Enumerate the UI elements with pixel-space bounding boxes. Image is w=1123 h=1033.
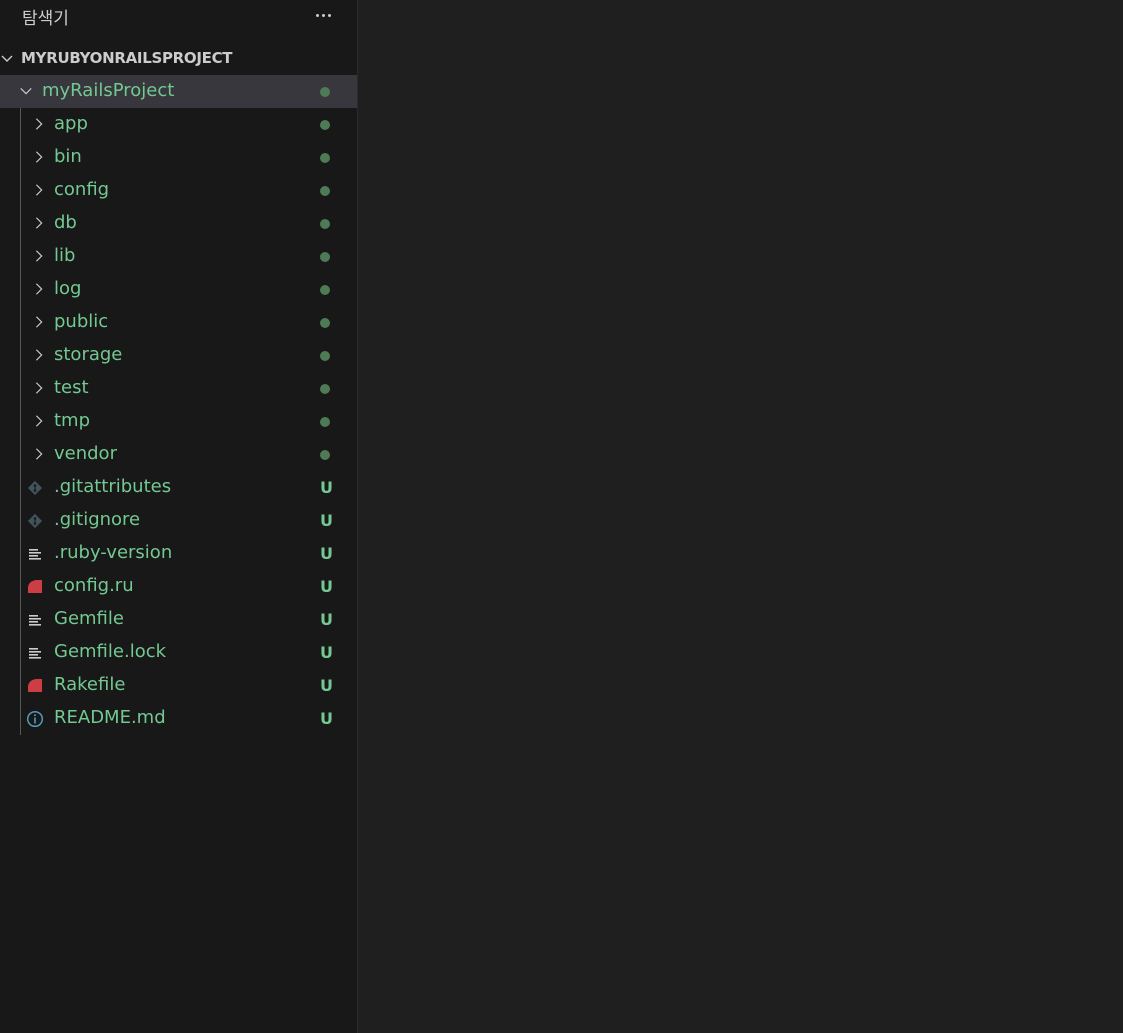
tree-item-folder[interactable]: tmp	[0, 405, 357, 438]
chevron-right-icon	[35, 118, 43, 130]
chevron-right-icon	[35, 283, 43, 295]
tree-item-label: app	[54, 113, 88, 134]
chevron-right-icon	[35, 250, 43, 262]
tree-item-folder[interactable]: log	[0, 273, 357, 306]
tree-item-folder[interactable]: test	[0, 372, 357, 405]
tree-item-label: README.md	[54, 707, 166, 728]
tree-item-file[interactable]: Gemfile.lock U	[0, 636, 357, 669]
workspace-section-header[interactable]: MYRUBYONRAILSPROJECT	[0, 44, 357, 74]
text-lines-icon	[29, 615, 41, 626]
untracked-badge: U	[320, 709, 333, 728]
chevron-right-icon	[35, 349, 43, 361]
tree-item-label: log	[54, 278, 82, 299]
git-icon	[27, 480, 43, 496]
tree-item-label: lib	[54, 245, 76, 266]
editor-area	[358, 0, 1123, 1033]
more-actions-icon[interactable]	[310, 2, 336, 28]
chevron-right-icon	[35, 217, 43, 229]
tree-item-file[interactable]: Rakefile U	[0, 669, 357, 702]
chevron-right-icon	[35, 316, 43, 328]
modified-dot	[320, 120, 330, 130]
chevron-right-icon	[35, 382, 43, 394]
untracked-badge: U	[320, 643, 333, 662]
tree-item-label: myRailsProject	[42, 80, 175, 101]
text-lines-icon	[29, 549, 41, 560]
tree-item-label: Gemfile.lock	[54, 641, 167, 662]
modified-dot	[320, 252, 330, 262]
untracked-badge: U	[320, 478, 333, 497]
chevron-down-icon	[1, 55, 13, 62]
tree-item-file[interactable]: .gitattributes U	[0, 471, 357, 504]
tree-item-folder[interactable]: vendor	[0, 438, 357, 471]
explorer-title-bar: 탐색기	[0, 0, 357, 34]
tree-item-label: bin	[54, 146, 82, 167]
modified-dot	[320, 417, 330, 427]
tree-item-folder[interactable]: public	[0, 306, 357, 339]
tree-item-folder[interactable]: config	[0, 174, 357, 207]
modified-dot	[320, 186, 330, 196]
explorer-title: 탐색기	[22, 9, 69, 29]
tree-item-label: .ruby-version	[54, 542, 173, 563]
chevron-right-icon	[35, 415, 43, 427]
workspace-title: MYRUBYONRAILSPROJECT	[21, 49, 233, 67]
tree-item-label: config	[54, 179, 110, 200]
modified-dot	[320, 219, 330, 229]
tree-item-label: .gitignore	[54, 509, 141, 530]
modified-dot	[320, 87, 330, 97]
modified-dot	[320, 384, 330, 394]
git-icon	[27, 513, 43, 529]
tree-item-folder[interactable]: bin	[0, 141, 357, 174]
modified-dot	[320, 318, 330, 328]
tree-item-folder[interactable]: db	[0, 207, 357, 240]
tree-item-folder[interactable]: storage	[0, 339, 357, 372]
modified-dot	[320, 450, 330, 460]
modified-dot	[320, 153, 330, 163]
chevron-right-icon	[35, 448, 43, 460]
untracked-badge: U	[320, 577, 333, 596]
info-icon	[26, 710, 44, 728]
tree-item-file[interactable]: README.md U	[0, 702, 357, 735]
tree-item-label: db	[54, 212, 77, 233]
untracked-badge: U	[320, 610, 333, 629]
chevron-down-icon	[20, 87, 32, 95]
tree-item-file[interactable]: .ruby-version U	[0, 537, 357, 570]
ruby-icon	[28, 580, 42, 593]
untracked-badge: U	[320, 511, 333, 530]
modified-dot	[320, 351, 330, 361]
tree-item-file[interactable]: Gemfile U	[0, 603, 357, 636]
explorer-sidebar: 탐색기 MYRUBYONRAILSPROJECT myRailsProject …	[0, 0, 358, 1033]
tree-item-label: public	[54, 311, 109, 332]
tree-item-label: tmp	[54, 410, 91, 431]
tree-item-label: .gitattributes	[54, 476, 172, 497]
tree-item-label: Gemfile	[54, 608, 124, 629]
text-lines-icon	[29, 648, 41, 659]
chevron-right-icon	[35, 151, 43, 163]
tree-item-label: storage	[54, 344, 123, 365]
chevron-right-icon	[35, 184, 43, 196]
tree-item-label: test	[54, 377, 89, 398]
untracked-badge: U	[320, 544, 333, 563]
tree-item-folder[interactable]: app	[0, 108, 357, 141]
tree-item-label: Rakefile	[54, 674, 126, 695]
untracked-badge: U	[320, 676, 333, 695]
tree-item-file[interactable]: .gitignore U	[0, 504, 357, 537]
modified-dot	[320, 285, 330, 295]
ruby-icon	[28, 679, 42, 692]
tree-item-folder[interactable]: lib	[0, 240, 357, 273]
tree-item-root-folder[interactable]: myRailsProject	[0, 75, 357, 108]
tree-item-label: vendor	[54, 443, 117, 464]
tree-item-label: config.ru	[54, 575, 134, 596]
tree-item-file[interactable]: config.ru U	[0, 570, 357, 603]
